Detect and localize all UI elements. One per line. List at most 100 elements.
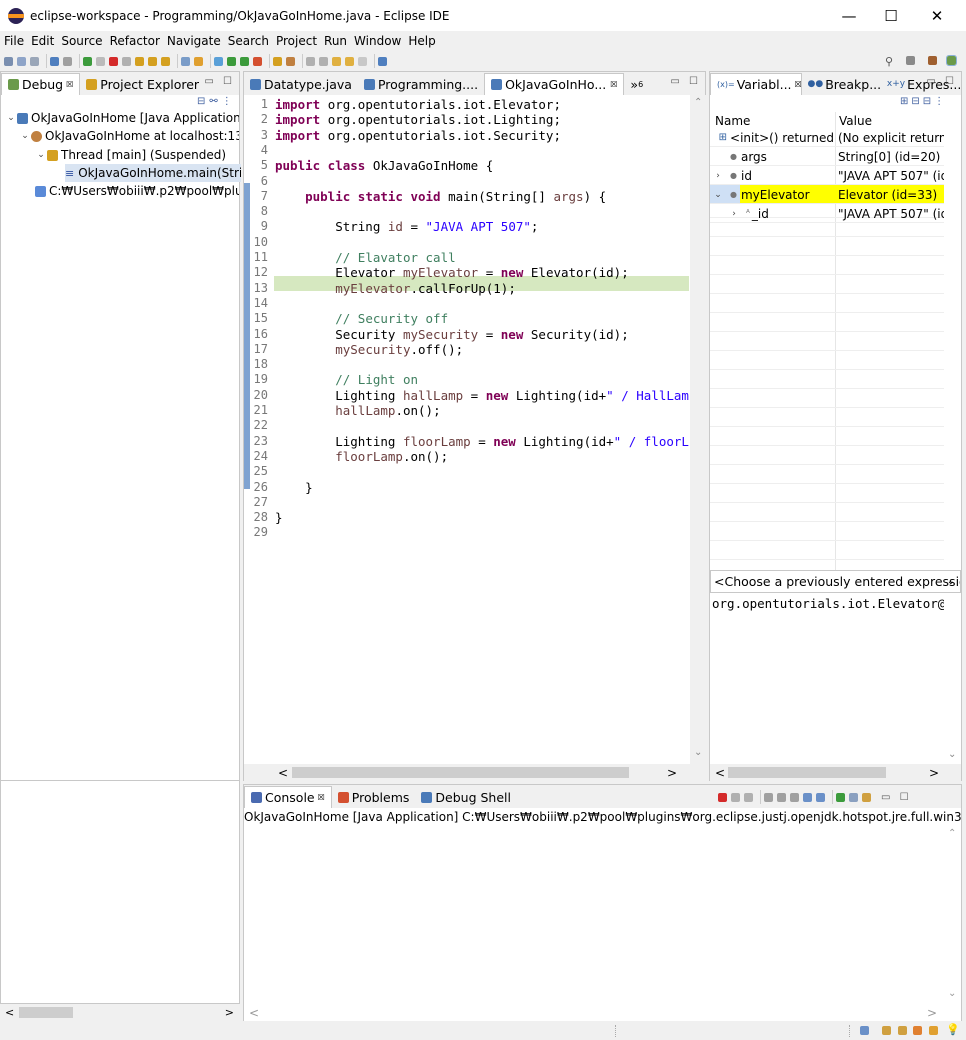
- code-line[interactable]: Lighting hallLamp = new Lighting(id+" / …: [275, 388, 689, 403]
- save-icon[interactable]: [17, 56, 26, 66]
- scroll-right-icon[interactable]: >: [667, 766, 677, 780]
- menu-edit[interactable]: Edit: [31, 34, 54, 48]
- tab-variables[interactable]: (x)= Variabl... ☒: [710, 73, 802, 95]
- terminate-icon[interactable]: [109, 56, 118, 66]
- pin-console-icon[interactable]: [836, 792, 845, 802]
- collapse-all-icon[interactable]: ⊟⚯⋮: [197, 96, 236, 107]
- status-icon[interactable]: [929, 1026, 938, 1035]
- tree-item-thread[interactable]: ⌄ Thread [main] (Suspended): [35, 146, 239, 164]
- view-minimize-maximize-icon[interactable]: ▭ ☐: [926, 76, 957, 87]
- variable-row[interactable]: › ᴬ _id "JAVA APT 507" (id...: [710, 204, 958, 223]
- java-perspective-icon[interactable]: [928, 56, 937, 65]
- open-type-icon[interactable]: [286, 56, 295, 66]
- tab-debug[interactable]: Debug ☒: [1, 73, 81, 95]
- debug-panel-hscroll[interactable]: < >: [1, 1004, 239, 1021]
- menu-search[interactable]: Search: [228, 34, 269, 48]
- open-perspective-icon[interactable]: [906, 56, 915, 65]
- menu-source[interactable]: Source: [61, 34, 102, 48]
- pin-editor-icon[interactable]: [378, 56, 387, 66]
- chevron-down-icon[interactable]: ⌄: [712, 190, 724, 200]
- scroll-right-icon[interactable]: >: [929, 766, 939, 780]
- code-line[interactable]: Elevator myElevator = new Elevator(id);: [275, 265, 629, 280]
- chevron-down-icon[interactable]: ⌄: [5, 113, 17, 123]
- code-line[interactable]: // Light on: [275, 372, 418, 387]
- code-line[interactable]: public class OkJavaGoInHome {: [275, 158, 493, 173]
- detail-pane[interactable]: org.opentutorials.iot.Elevator@4: [710, 593, 944, 764]
- step-into-icon[interactable]: [135, 56, 144, 66]
- menu-file[interactable]: File: [4, 34, 24, 48]
- show-on-stdout-icon[interactable]: [803, 792, 812, 802]
- coverage-icon[interactable]: [240, 56, 249, 66]
- word-wrap-icon[interactable]: [790, 792, 799, 802]
- code-line[interactable]: floorLamp.on();: [275, 449, 448, 464]
- scroll-right-icon[interactable]: >: [927, 1006, 937, 1020]
- code-text[interactable]: import org.opentutorials.iot.Elevator; im…: [275, 95, 689, 764]
- expression-combo[interactable]: <Choose a previously entered expression …: [710, 570, 961, 593]
- menu-navigate[interactable]: Navigate: [167, 34, 221, 48]
- scroll-down-icon[interactable]: ⌄: [694, 747, 702, 758]
- skip-breakpoints-icon[interactable]: [63, 56, 72, 66]
- menu-refactor[interactable]: Refactor: [110, 34, 160, 48]
- minimize-button[interactable]: —: [826, 0, 872, 31]
- status-icon[interactable]: [913, 1026, 922, 1035]
- code-line[interactable]: import org.opentutorials.iot.Elevator;: [275, 97, 561, 112]
- chevron-down-icon[interactable]: ⌄: [19, 131, 31, 141]
- terminate-icon[interactable]: [718, 792, 727, 802]
- use-step-filters-icon[interactable]: [194, 56, 203, 66]
- scroll-lock-icon[interactable]: [777, 792, 786, 802]
- tree-item-vm[interactable]: ⌄ OkJavaGoInHome at localhost:1302: [19, 127, 239, 145]
- resume-icon[interactable]: [83, 56, 92, 66]
- variable-row[interactable]: ⊞ <init>() returned (No explicit return v…: [710, 128, 958, 147]
- tab-debug-shell[interactable]: Debug Shell: [415, 786, 517, 808]
- scroll-up-icon[interactable]: ⌃: [948, 828, 956, 839]
- tab-breakpoints[interactable]: ●● Breakp...: [802, 73, 881, 95]
- menu-run[interactable]: Run: [324, 34, 347, 48]
- code-line[interactable]: Security mySecurity = new Security(id);: [275, 327, 629, 342]
- open-console-icon[interactable]: [862, 792, 871, 802]
- new-java-project-icon[interactable]: [273, 56, 282, 66]
- previous-annotation-icon[interactable]: [319, 56, 328, 66]
- scroll-up-icon[interactable]: ⌃: [694, 97, 702, 108]
- run-icon[interactable]: [227, 56, 236, 66]
- forward-icon[interactable]: [358, 56, 367, 66]
- save-all-icon[interactable]: [30, 56, 39, 66]
- debug-run-icon[interactable]: [214, 56, 223, 66]
- editor-hscroll[interactable]: < >: [244, 764, 707, 781]
- step-return-icon[interactable]: [161, 56, 170, 66]
- view-minimize-maximize-icon[interactable]: ▭ ☐: [670, 76, 701, 87]
- suspend-icon[interactable]: [96, 56, 105, 66]
- display-console-icon[interactable]: [849, 792, 858, 802]
- debug-perspective-icon[interactable]: [946, 55, 957, 66]
- terminal-icon[interactable]: [50, 56, 59, 66]
- tab-project-explorer[interactable]: Project Explorer: [80, 73, 205, 95]
- code-line[interactable]: import org.opentutorials.iot.Security;: [275, 128, 561, 143]
- scroll-thumb[interactable]: [728, 767, 886, 778]
- show-on-stderr-icon[interactable]: [816, 792, 825, 802]
- tip-lightbulb-icon[interactable]: 💡: [946, 1023, 960, 1036]
- scroll-left-icon[interactable]: <: [5, 1006, 14, 1019]
- tab-close-icon[interactable]: ☒: [610, 80, 617, 89]
- last-edit-location-icon[interactable]: [332, 56, 341, 66]
- next-annotation-icon[interactable]: [306, 56, 315, 66]
- chevron-right-icon[interactable]: ›: [712, 171, 724, 181]
- menu-help[interactable]: Help: [408, 34, 435, 48]
- tab-problems[interactable]: Problems: [332, 786, 416, 808]
- editor-vscroll[interactable]: ⌃ ⌄: [690, 95, 707, 764]
- tree-item-stack-frame[interactable]: ≡ OkJavaGoInHome.main(String: [65, 164, 241, 182]
- code-area[interactable]: 1 2 3 4 5 6 7 8 9 10 11 12 13 14 15 16 17 18 19 20 21 22 23 24 2…: [244, 95, 689, 764]
- remove-all-icon[interactable]: [744, 792, 753, 802]
- variable-row-selected[interactable]: ⌄ ● myElevator Elevator (id=33): [710, 185, 958, 204]
- tab-okjavagoinhome[interactable]: OkJavaGoInHo... ☒: [484, 73, 625, 95]
- clear-console-icon[interactable]: [764, 792, 773, 802]
- chevron-down-icon[interactable]: ⌄: [35, 150, 47, 160]
- code-line[interactable]: import org.opentutorials.iot.Lighting;: [275, 112, 561, 127]
- detail-vscroll[interactable]: ⌄: [944, 593, 961, 764]
- tree-item-launch[interactable]: ⌄ OkJavaGoInHome [Java Application]: [5, 109, 239, 127]
- tree-item-process[interactable]: C:₩Users₩obiii₩.p2₩pool₩plugins: [35, 182, 239, 200]
- code-line[interactable]: Lighting floorLamp = new Lighting(id+" /…: [275, 434, 689, 449]
- variables-hscroll[interactable]: < >: [710, 764, 961, 781]
- scroll-down-icon[interactable]: ⌄: [948, 749, 956, 760]
- code-line[interactable]: public static void main(String[] args) {: [275, 189, 606, 204]
- scroll-thumb[interactable]: [292, 767, 629, 778]
- chevron-right-icon[interactable]: ›: [728, 209, 740, 219]
